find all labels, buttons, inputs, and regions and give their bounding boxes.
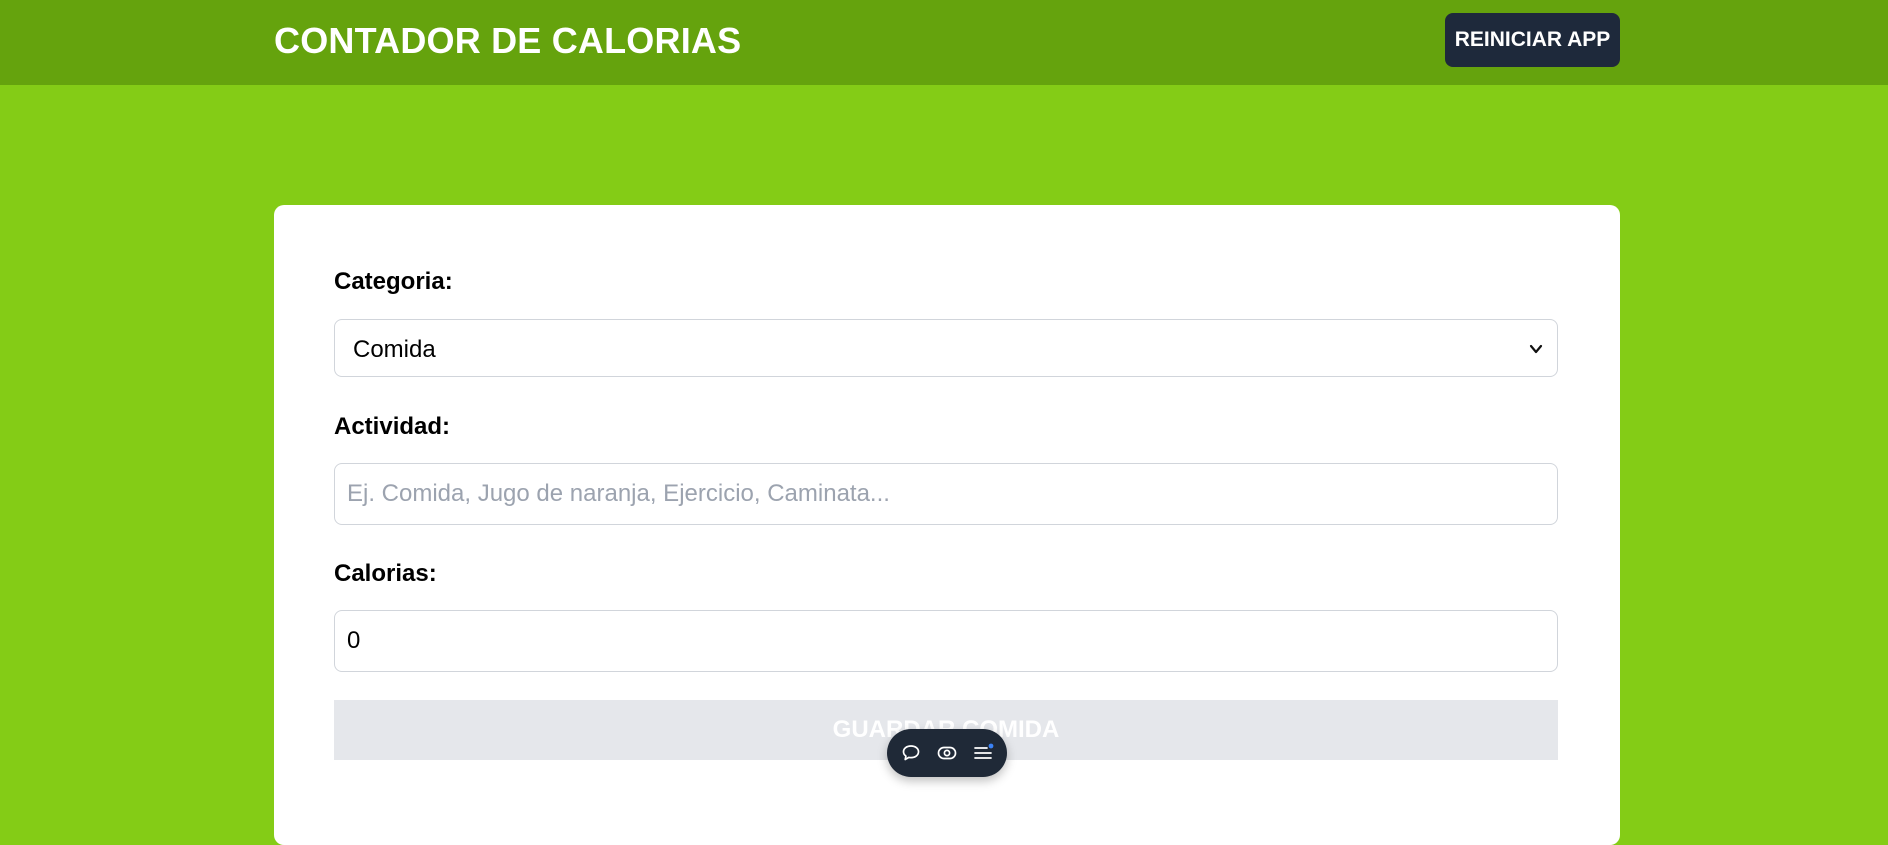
- menu-list-icon[interactable]: [971, 741, 995, 765]
- category-selected-value: Comida: [353, 336, 436, 363]
- app-title: CONTADOR DE CALORIAS: [274, 20, 742, 61]
- category-label: Categoria:: [334, 268, 453, 295]
- app-header: CONTADOR DE CALORIAS REINICIAR APP: [0, 0, 1888, 85]
- eye-icon[interactable]: [935, 741, 959, 765]
- reset-app-button[interactable]: REINICIAR APP: [1445, 13, 1620, 67]
- calories-label: Calorias:: [334, 560, 437, 587]
- activity-label: Actividad:: [334, 413, 451, 440]
- chevron-down-icon: [1529, 344, 1543, 354]
- activity-input[interactable]: [334, 463, 1558, 525]
- chat-bubble-icon[interactable]: [899, 741, 923, 765]
- floating-toolbar: [887, 729, 1007, 777]
- calories-input[interactable]: [334, 610, 1558, 672]
- category-select[interactable]: Comida: [334, 319, 1558, 377]
